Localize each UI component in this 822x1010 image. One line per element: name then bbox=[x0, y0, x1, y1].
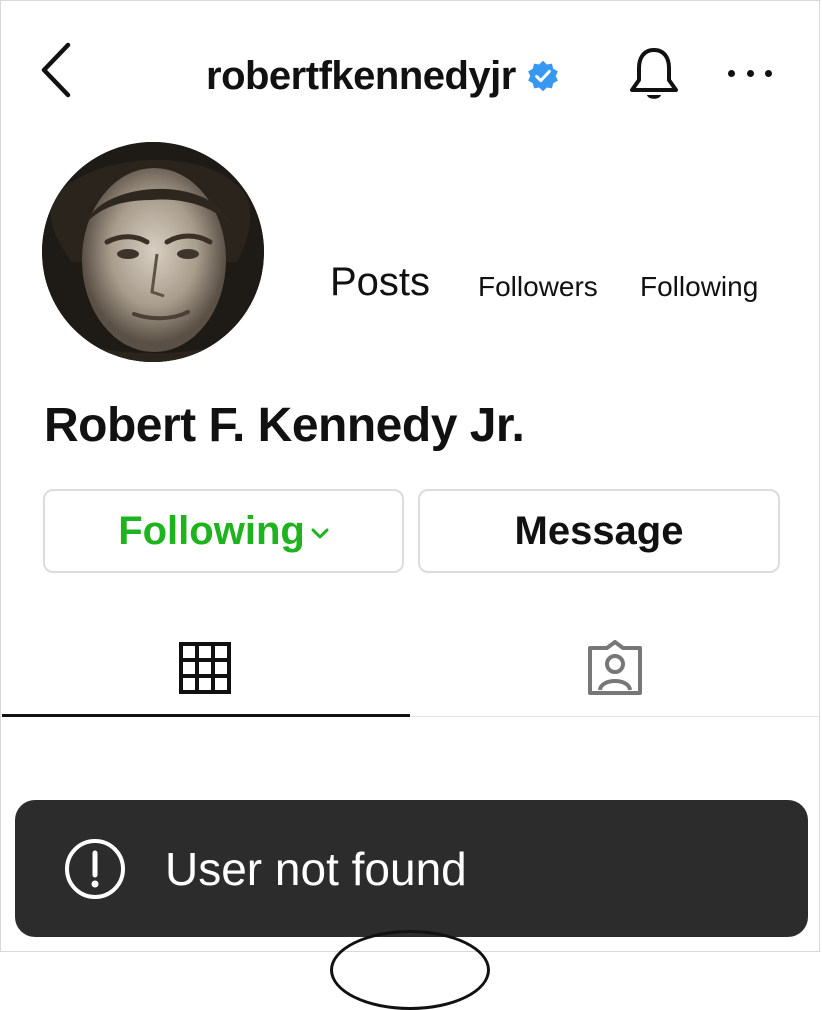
more-dot bbox=[765, 69, 772, 77]
profile-avatar[interactable] bbox=[42, 142, 264, 362]
more-dot bbox=[746, 69, 754, 77]
message-button-label: Message bbox=[514, 508, 684, 553]
profile-stats: Posts Followers Following bbox=[0, 255, 822, 315]
exclamation-circle-icon bbox=[65, 838, 125, 899]
profile-header-title: robertfkennedyjr bbox=[206, 52, 560, 100]
profile-tabs bbox=[0, 620, 822, 720]
back-button[interactable] bbox=[30, 40, 80, 100]
bell-icon bbox=[630, 48, 678, 99]
more-dot bbox=[728, 69, 735, 77]
toast-message: User not found bbox=[165, 842, 467, 895]
username: robertfkennedyjr bbox=[206, 53, 516, 98]
bottom-partial-circle bbox=[330, 930, 490, 1010]
tagged-user-icon bbox=[588, 640, 642, 695]
more-options-button[interactable] bbox=[728, 58, 772, 88]
stat-followers-label[interactable]: Followers bbox=[478, 271, 598, 303]
message-button[interactable]: Message bbox=[418, 489, 780, 573]
following-button-label: Following bbox=[118, 508, 305, 553]
tab-tagged[interactable] bbox=[410, 620, 820, 716]
tab-posts-grid[interactable] bbox=[0, 620, 410, 716]
active-tab-indicator bbox=[2, 714, 410, 717]
avatar-photo bbox=[42, 142, 264, 362]
notifications-button[interactable] bbox=[626, 44, 682, 104]
grid-icon bbox=[179, 642, 231, 694]
stat-following-label[interactable]: Following bbox=[640, 271, 758, 303]
chevron-left-icon bbox=[41, 42, 71, 98]
stat-posts-label[interactable]: Posts bbox=[330, 260, 430, 305]
error-toast: User not found bbox=[15, 800, 808, 937]
verified-badge-icon bbox=[527, 60, 558, 92]
chevron-down-icon bbox=[311, 528, 329, 539]
profile-full-name: Robert F. Kennedy Jr. bbox=[44, 399, 525, 452]
following-button[interactable]: Following bbox=[43, 489, 404, 573]
tabs-divider bbox=[410, 716, 820, 717]
